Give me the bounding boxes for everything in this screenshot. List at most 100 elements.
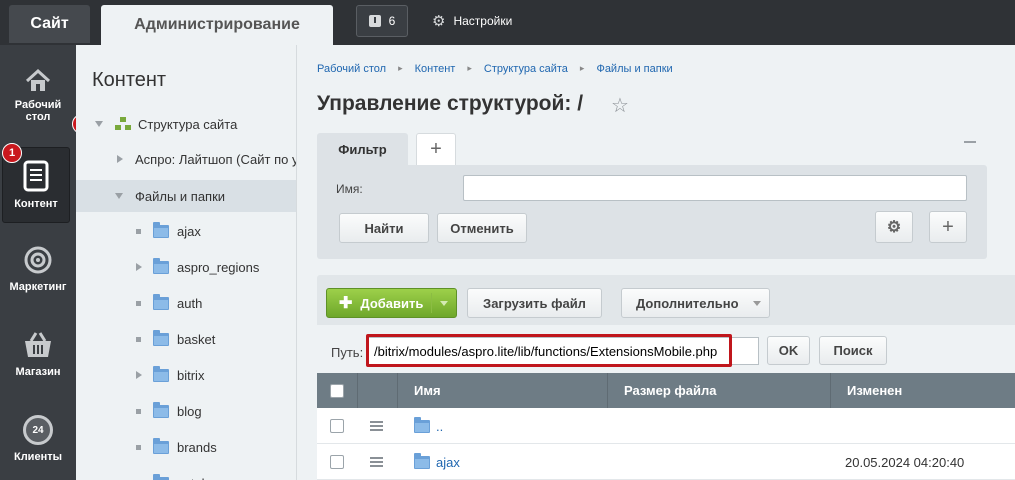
tree-folder-item[interactable]: bitrix [76,359,296,391]
tree-folder-item[interactable]: basket [76,323,296,355]
filter-panel: Имя: Найти Отменить ⚙ + [317,165,987,259]
content-tree-panel: Контент Структура сайта Аспро: Лайтшоп (… [76,45,297,480]
filter-name-label: Имя: [336,182,363,196]
chevron-down-icon[interactable] [440,301,448,306]
folder-up-icon [414,416,430,433]
tree-folder-item[interactable]: brands [76,431,296,463]
add-filter-button[interactable]: + [416,133,456,165]
home-icon [25,68,51,91]
row-menu-icon[interactable] [370,457,383,467]
tree-item-site-structure[interactable]: Структура сайта [76,108,296,140]
tree-folder-item[interactable]: ajax [76,215,296,247]
rail-label: Маркетинг [9,281,67,293]
top-bar: Сайт Администрирование 6 ⚙ Настройки [0,0,1015,45]
tree-item-label: Аспро: Лайтшоп (Сайт по умолчанию) [135,151,296,167]
filter-add-field-button[interactable]: + [929,211,967,243]
rail-item-shop[interactable]: Магазин [0,330,76,378]
path-highlight-frame [366,334,732,367]
tree-item-label: blog [177,403,202,419]
more-button-label: Дополнительно [636,295,739,311]
breadcrumb-separator-icon: ▸ [398,63,403,73]
panel-title: Контент [92,69,167,91]
document-icon [23,160,49,192]
bullet-icon [136,228,141,234]
breadcrumb-item[interactable]: Структура сайта [484,63,568,75]
expand-arrow-icon[interactable] [136,263,142,271]
row-checkbox[interactable] [330,455,344,469]
path-label: Путь: [331,345,364,360]
bullet-icon [136,408,141,414]
upload-file-button[interactable]: Загрузить файл [467,288,602,318]
folder-icon [153,293,169,310]
filter-name-input[interactable] [463,175,967,201]
rail-item-marketing[interactable]: Маркетинг [0,245,76,293]
rail-label: Магазин [15,366,61,378]
breadcrumb-separator-icon: ▸ [579,63,585,73]
breadcrumb-item[interactable]: Файлы и папки [596,63,672,75]
settings-link[interactable]: ⚙ Настройки [432,12,512,30]
tree-folder-item[interactable]: aspro_regions [76,251,296,283]
add-button[interactable]: ✚ Добавить [326,288,457,318]
table-row[interactable]: ajax 20.05.2024 04:20:40 [317,444,1015,480]
minimize-icon[interactable] [964,141,976,143]
settings-label: Настройки [453,14,513,28]
gear-icon: ⚙ [432,13,446,30]
row-menu-cell [370,444,383,480]
row-checkbox[interactable] [330,419,344,433]
row-name-link[interactable]: .. [436,419,443,434]
star-icon[interactable]: ☆ [611,93,629,118]
column-header-name[interactable]: Имя [397,373,607,408]
breadcrumb: Рабочий стол ▸ Контент ▸ Структура сайта… [317,63,673,75]
breadcrumb-item[interactable]: Рабочий стол [317,63,386,75]
table-row[interactable]: .. [317,408,1015,444]
column-header-size[interactable]: Размер файла [607,373,830,408]
ok-button[interactable]: OK [767,336,810,365]
expand-arrow-icon[interactable] [136,371,142,379]
folder-icon [153,473,169,480]
row-name-cell: ajax [414,444,460,480]
bullet-icon [136,336,141,342]
clients-icon: 24 [23,415,53,445]
tree-folder-item[interactable]: blog [76,395,296,427]
rail-item-clients[interactable]: 24 Клиенты [0,415,76,463]
tree-item-label: Структура сайта [138,116,238,132]
rail-label: Клиенты [13,451,62,463]
filter-settings-button[interactable]: ⚙ [875,211,913,243]
notifications-count: 6 [388,14,396,28]
main-area: Рабочий стол ▸ Контент ▸ Структура сайта… [297,45,1015,480]
expand-arrow-icon[interactable] [115,193,123,199]
chevron-down-icon [753,301,761,306]
tree-folder-item[interactable]: catalog [76,467,296,480]
more-button[interactable]: Дополнительно [621,288,770,318]
folder-icon [153,221,169,238]
rail-item-desktop[interactable]: Рабочий стол [0,67,76,123]
select-all-checkbox[interactable] [330,383,344,398]
row-menu-icon[interactable] [370,421,383,431]
notification-icon [368,15,381,27]
tab-filter[interactable]: Фильтр [317,133,408,166]
row-name-link[interactable]: ajax [436,455,460,470]
column-header-modified[interactable]: Изменен [830,373,1015,408]
folder-icon [414,452,430,469]
folder-icon [153,401,169,418]
cancel-button[interactable]: Отменить [437,213,527,243]
notifications-button[interactable]: 6 [356,5,408,37]
tree-item-site[interactable]: Аспро: Лайтшоп (Сайт по умолчанию) [76,143,296,175]
step-badge: 1 [2,143,22,163]
tree-item-label: brands [177,439,217,455]
folder-icon [153,437,169,454]
tab-administration[interactable]: Администрирование [101,5,333,45]
expand-arrow-icon[interactable] [117,155,123,163]
folder-icon [153,365,169,382]
bullet-icon [136,300,141,306]
expand-arrow-icon[interactable] [95,121,103,127]
find-button[interactable]: Найти [339,213,429,243]
bullet-icon [136,444,141,450]
row-name-cell: .. [414,408,443,444]
row-menu-cell [370,408,383,444]
tab-site[interactable]: Сайт [9,5,90,43]
tree-folder-item[interactable]: auth [76,287,296,319]
breadcrumb-item[interactable]: Контент [415,63,456,75]
search-button[interactable]: Поиск [819,336,887,365]
tree-item-files-folders[interactable]: Файлы и папки [76,180,296,212]
